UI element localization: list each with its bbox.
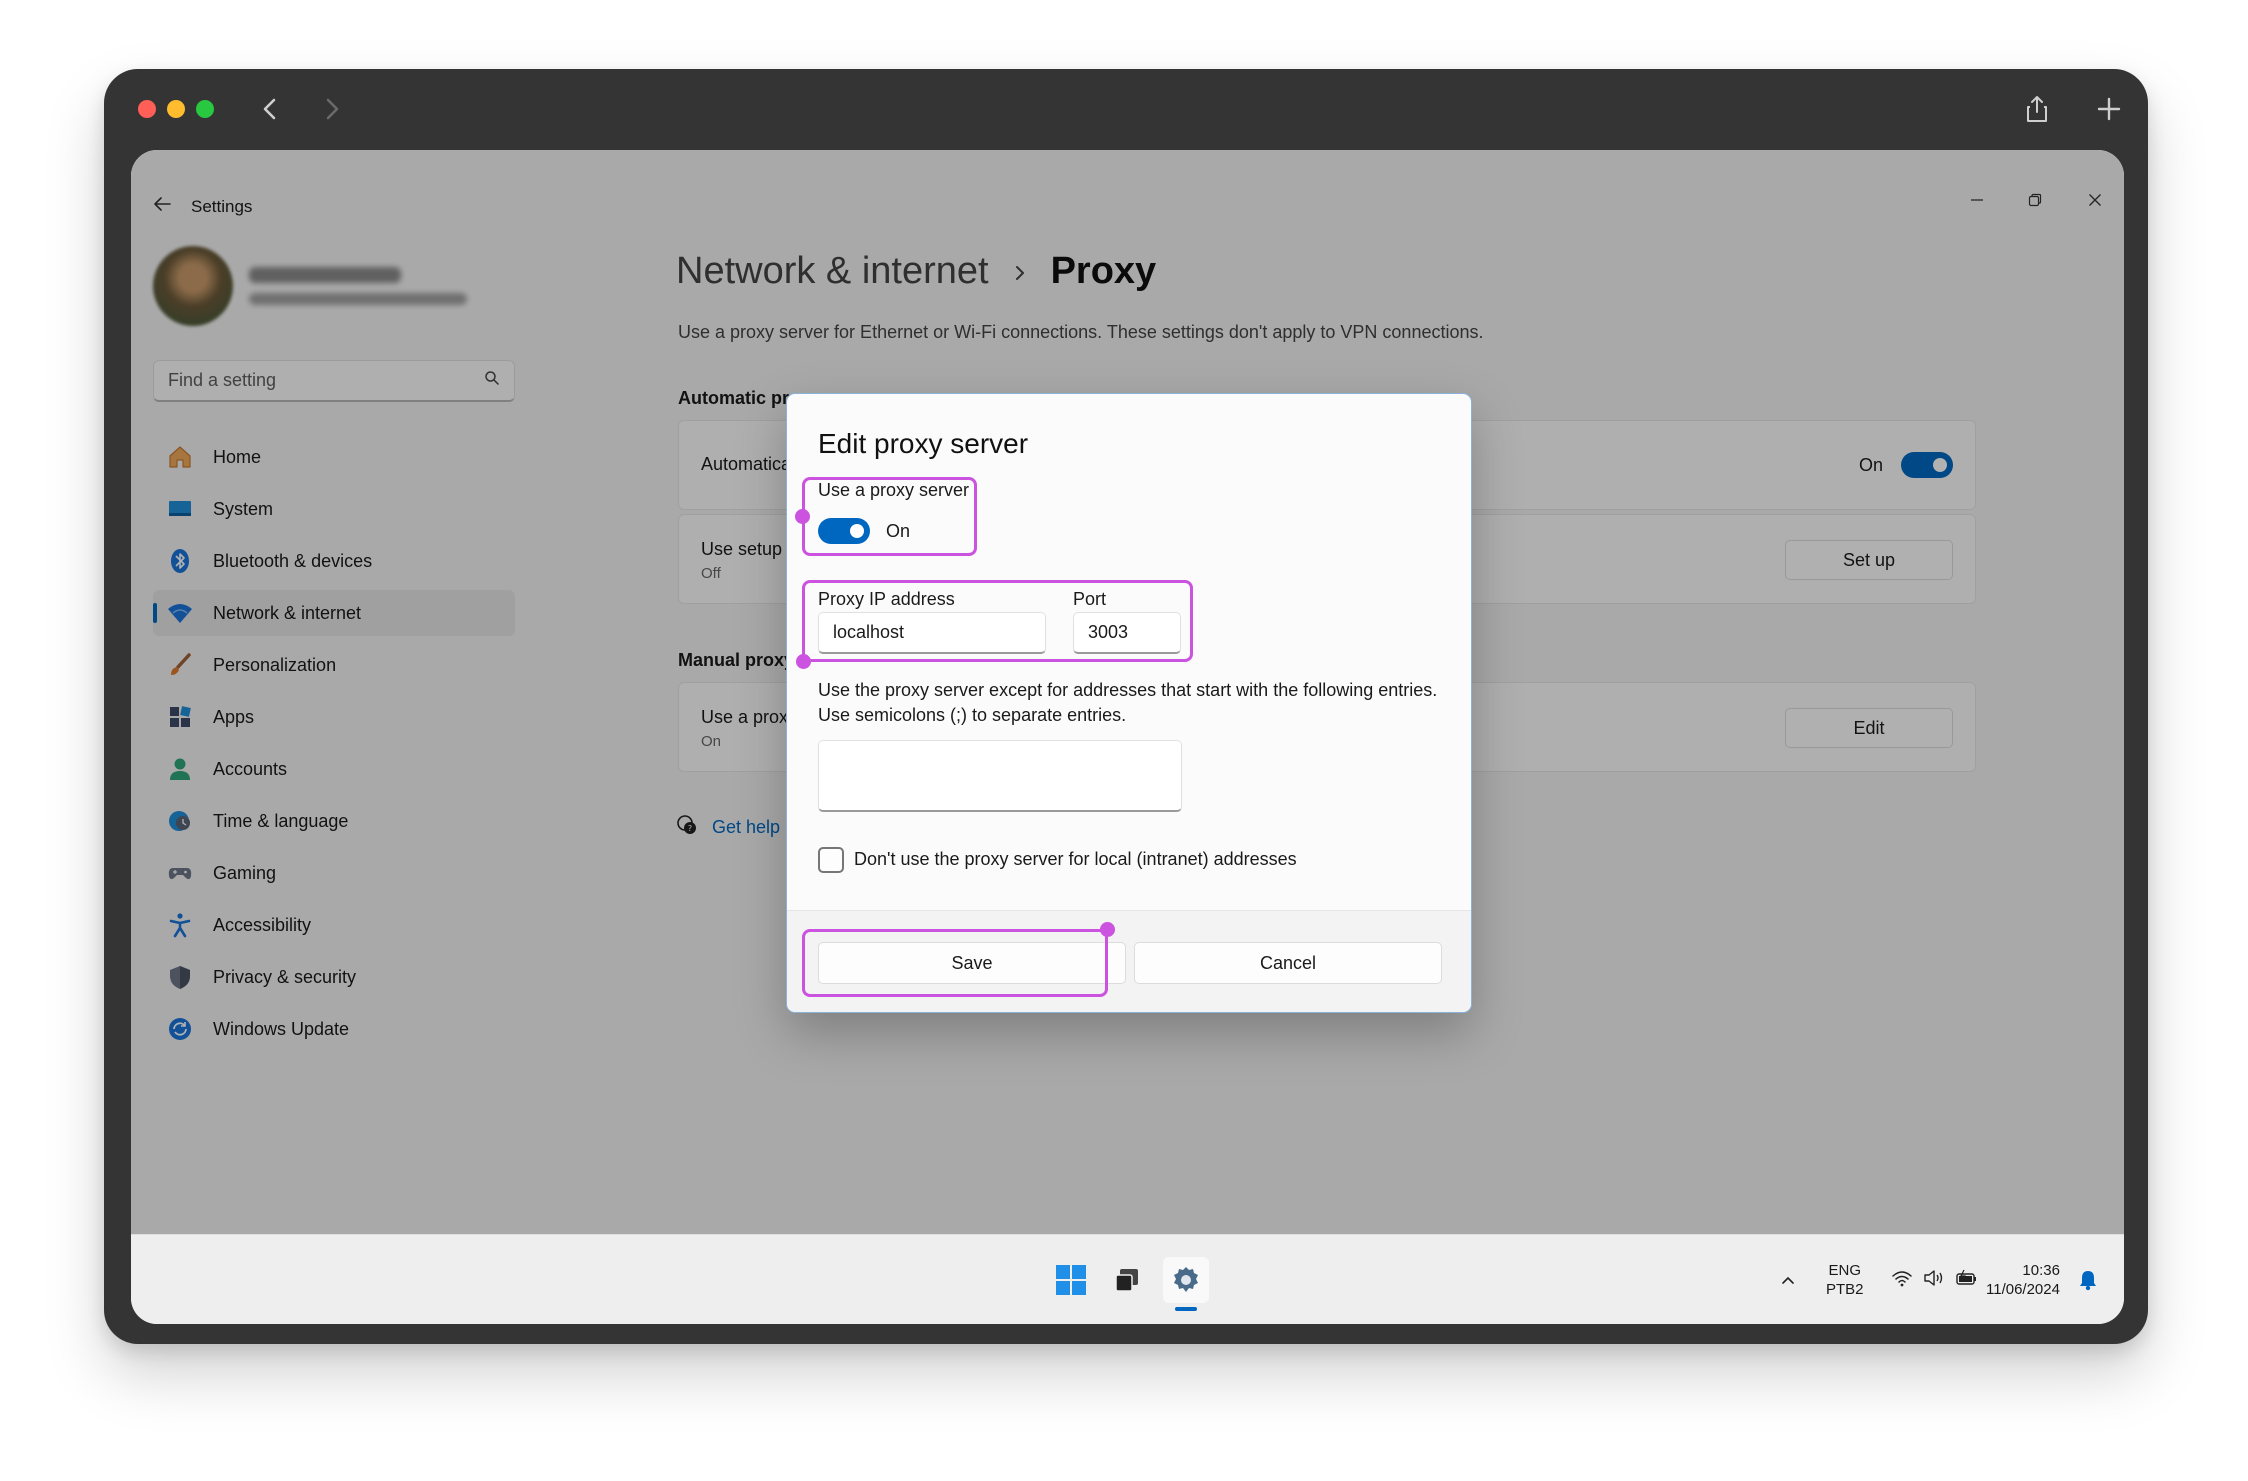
highlight-save [802,929,1108,997]
clock-time: 10:36 [2022,1262,2060,1279]
highlight-dot [795,509,810,524]
forward-arrow-icon[interactable] [312,89,352,129]
clock[interactable]: 10:36 11/06/2024 [1986,1235,2060,1324]
cancel-button[interactable]: Cancel [1134,942,1442,984]
language-code: ENG [1828,1262,1862,1279]
close-window-dot[interactable] [138,100,156,118]
highlight-ip-port [802,580,1193,662]
zoom-window-dot[interactable] [196,100,214,118]
exceptions-textarea[interactable] [818,740,1182,812]
screen: Settings Find a setting Home System Blue… [131,150,2124,1324]
exceptions-description-line1: Use the proxy server except for addresse… [818,680,1438,700]
volume-icon [1923,1269,1945,1291]
show-hidden-icons[interactable] [1781,1235,1795,1324]
clock-date: 11/06/2024 [1986,1281,2060,1298]
settings-taskbar-icon[interactable] [1163,1257,1209,1311]
highlight-dot [796,654,811,669]
back-arrow-icon[interactable] [250,89,290,129]
task-view-icon[interactable] [1104,1257,1150,1303]
active-app-indicator [1175,1307,1197,1311]
new-tab-plus-icon[interactable] [2089,89,2129,129]
notification-bell-icon[interactable] [2078,1235,2098,1324]
highlight-dot [1100,922,1115,937]
taskbar: ENG PTB2 10:36 11/06/2024 [131,1234,2124,1324]
local-addresses-checkbox[interactable] [818,847,844,873]
system-tray-status[interactable] [1891,1235,1979,1324]
battery-charging-icon [1955,1269,1979,1291]
share-icon[interactable] [2017,89,2057,129]
highlight-use-proxy [802,477,977,556]
keyboard-layout: PTB2 [1826,1281,1864,1298]
start-button[interactable] [1048,1257,1094,1303]
minimize-window-dot[interactable] [167,100,185,118]
exceptions-description-line2: Use semicolons (;) to separate entries. [818,705,1127,725]
language-indicator[interactable]: ENG PTB2 [1826,1235,1864,1324]
dialog-title: Edit proxy server [818,428,1029,459]
wifi-tray-icon [1891,1269,1913,1291]
local-addresses-checkbox-label: Don't use the proxy server for local (in… [854,849,1297,869]
